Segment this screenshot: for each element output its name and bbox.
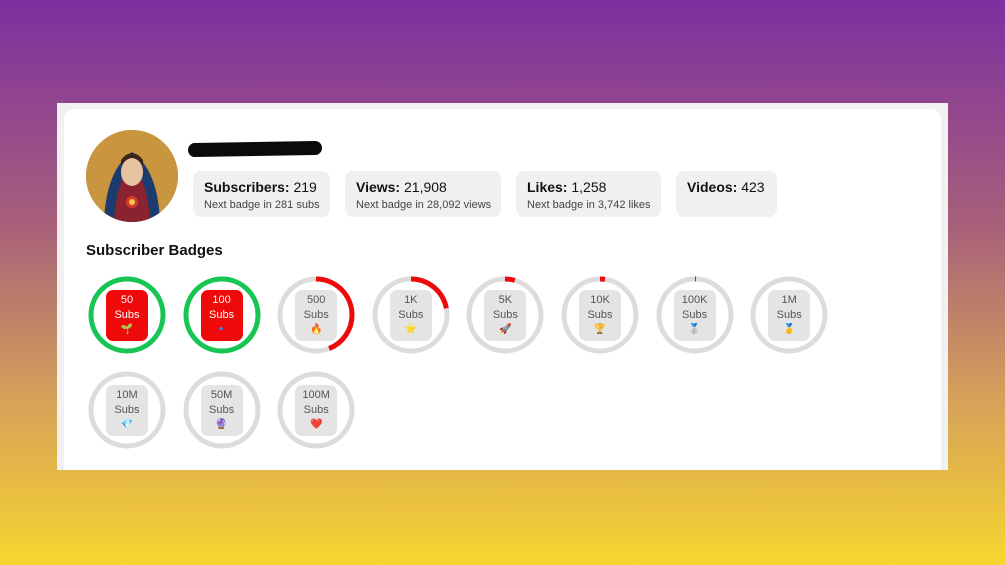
badge-emoji-icon: 🔮: [215, 419, 228, 430]
badge-label-box: 100 Subs 🔹: [200, 290, 243, 341]
badge-amount: 50: [120, 294, 134, 306]
channel-avatar: [86, 130, 178, 222]
badge-amount: 100K: [681, 294, 708, 306]
avatar-image: [86, 130, 178, 222]
badge-1m-subs[interactable]: 1M Subs 🥇: [749, 275, 829, 355]
badge-unit: Subs: [682, 309, 708, 321]
stat-likes-label: Likes:: [527, 179, 568, 195]
stat-views-label: Views:: [356, 179, 401, 195]
badge-label-box: 100K Subs 🥈: [673, 290, 716, 341]
stat-videos: Videos: 423: [676, 171, 777, 217]
badge-emoji-icon: ❤️: [309, 419, 323, 430]
badge-10m-subs[interactable]: 10M Subs 💎: [87, 370, 167, 450]
badge-amount: 100M: [302, 389, 330, 401]
next-section-heading-peek: [86, 467, 156, 470]
badge-label-box: 10K Subs 🏆: [579, 290, 621, 341]
badge-emoji-icon: 💎: [120, 419, 134, 430]
stat-views-line: Views: 21,908: [356, 179, 491, 195]
badge-emoji-icon: 🌱: [120, 324, 134, 335]
badge-label-box: 100M Subs ❤️: [295, 385, 338, 436]
badge-100-subs[interactable]: 100 Subs 🔹: [182, 275, 262, 355]
badge-emoji-icon: 🏆: [593, 324, 607, 335]
stat-likes: Likes: 1,258 Next badge in 3,742 likes: [516, 171, 661, 217]
badge-amount: 500: [307, 294, 326, 306]
stat-views-next: Next badge in 28,092 views: [356, 199, 492, 211]
stat-views: Views: 21,908 Next badge in 28,092 views: [345, 171, 501, 217]
badge-label-box: 1M Subs 🥇: [768, 290, 811, 341]
badge-label-box: 50 Subs 🌱: [106, 290, 148, 341]
badge-amount: 5K: [498, 294, 513, 306]
app-frame: Subscribers: 219 Next badge in 281 subs …: [57, 103, 948, 470]
badge-label-box: 50M Subs 🔮: [200, 385, 243, 436]
badge-label-box: 1K Subs ⭐: [389, 290, 432, 341]
stat-views-value: 21,908: [404, 179, 447, 195]
stat-likes-value: 1,258: [571, 179, 607, 195]
channel-card: Subscribers: 219 Next badge in 281 subs …: [64, 109, 941, 470]
badge-emoji-icon: ⭐: [404, 324, 418, 335]
badge-50m-subs[interactable]: 50M Subs 🔮: [182, 370, 262, 450]
badge-emoji-icon: 🔹: [215, 324, 228, 335]
stat-likes-next: Next badge in 3,742 likes: [527, 199, 651, 211]
badge-unit: Subs: [303, 404, 329, 416]
badge-emoji-icon: 🔥: [309, 324, 323, 335]
badge-amount: 100: [212, 294, 231, 306]
stat-videos-label: Videos:: [687, 179, 738, 195]
stat-subscribers-next: Next badge in 281 subs: [204, 199, 320, 211]
stat-subscribers: Subscribers: 219 Next badge in 281 subs: [193, 171, 330, 217]
badge-emoji-icon: 🥈: [688, 324, 701, 335]
badge-amount: 10K: [590, 294, 610, 306]
badge-amount: 1M: [781, 294, 797, 306]
badge-unit: Subs: [398, 309, 424, 321]
badge-unit: Subs: [776, 309, 802, 321]
stat-subscribers-line: Subscribers: 219: [204, 179, 320, 195]
badge-emoji-icon: 🥇: [782, 324, 796, 335]
badge-500-subs[interactable]: 500 Subs 🔥: [276, 275, 356, 355]
badge-amount: 50M: [210, 389, 233, 401]
badge-100m-subs[interactable]: 100M Subs ❤️: [276, 370, 356, 450]
badge-unit: Subs: [114, 309, 140, 321]
badge-unit: Subs: [303, 309, 329, 321]
subscriber-badges-heading: Subscriber Badges: [86, 242, 223, 259]
badge-amount: 10M: [116, 389, 138, 401]
badge-label-box: 500 Subs 🔥: [295, 290, 338, 341]
badge-label-box: 10M Subs 💎: [106, 385, 148, 436]
badge-emoji-icon: 🚀: [499, 324, 512, 335]
badge-100k-subs[interactable]: 100K Subs 🥈: [655, 275, 735, 355]
badge-unit: Subs: [114, 404, 140, 416]
channel-name-redacted: [187, 140, 323, 158]
badge-5k-subs[interactable]: 5K Subs 🚀: [465, 275, 545, 355]
stat-videos-line: Videos: 423: [687, 179, 767, 195]
badge-50-subs[interactable]: 50 Subs 🌱: [87, 275, 167, 355]
stat-subscribers-value: 219: [293, 179, 317, 195]
badge-label-box: 5K Subs 🚀: [484, 290, 527, 341]
badge-unit: Subs: [492, 309, 518, 321]
stat-videos-value: 423: [741, 179, 765, 195]
stat-likes-line: Likes: 1,258: [527, 179, 651, 195]
badge-unit: Subs: [209, 309, 235, 321]
badge-amount: 1K: [404, 294, 418, 306]
stat-subscribers-label: Subscribers:: [204, 179, 290, 195]
badge-unit: Subs: [587, 309, 613, 321]
badge-unit: Subs: [209, 404, 235, 416]
badge-1k-subs[interactable]: 1K Subs ⭐: [371, 275, 451, 355]
badge-10k-subs[interactable]: 10K Subs 🏆: [560, 275, 640, 355]
